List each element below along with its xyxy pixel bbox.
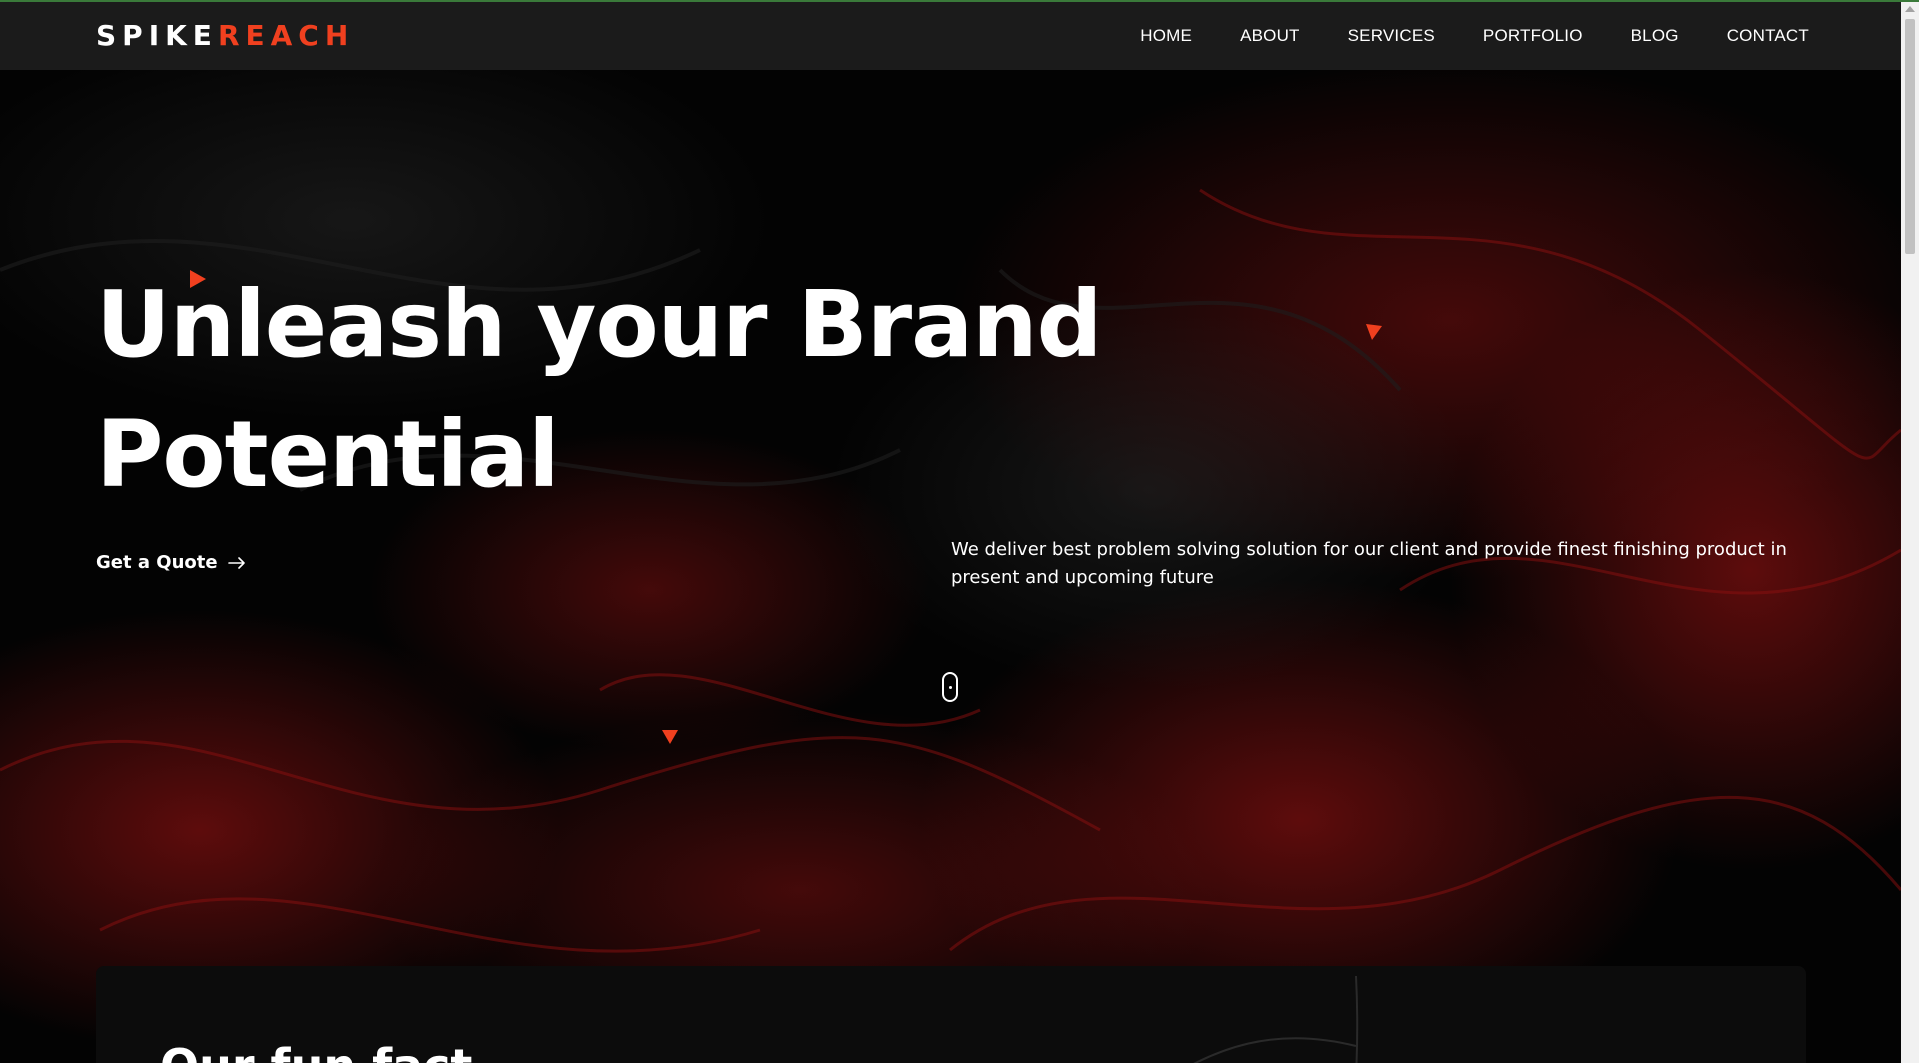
logo-text-primary: SPIKE: [96, 19, 218, 52]
get-a-quote-link[interactable]: Get a Quote: [96, 552, 246, 573]
get-a-quote-label: Get a Quote: [96, 552, 218, 573]
logo-text-accent: REACH: [217, 19, 355, 52]
mouse-scroll-icon[interactable]: [942, 672, 958, 702]
nav-about[interactable]: ABOUT: [1240, 26, 1300, 46]
triangle-icon: [662, 730, 678, 744]
top-accent-line: [0, 0, 1919, 2]
nav-blog[interactable]: BLOG: [1631, 26, 1679, 46]
mouse-scroll-dot: [949, 686, 952, 689]
page-scrollbar[interactable]: [1901, 2, 1919, 1063]
nav-portfolio[interactable]: PORTFOLIO: [1483, 26, 1583, 46]
scroll-up-arrow-icon[interactable]: [1905, 6, 1915, 12]
nav-home[interactable]: HOME: [1140, 26, 1192, 46]
fun-fact-card: Our fun fact: [96, 966, 1806, 1063]
hero-title-line1: Unleash your Brand: [96, 271, 1102, 378]
nav-services[interactable]: SERVICES: [1348, 26, 1435, 46]
logo[interactable]: SPIKEREACH: [96, 18, 354, 54]
hero-title: Unleash your Brand Potential: [96, 260, 1196, 520]
site-header: SPIKEREACH HOME ABOUT SERVICES PORTFOLIO…: [0, 2, 1901, 70]
fun-fact-title: Our fun fact: [160, 1038, 472, 1063]
hero-title-line2: Potential: [96, 401, 560, 508]
page: SPIKEREACH HOME ABOUT SERVICES PORTFOLIO…: [0, 0, 1919, 1063]
hero-description: We deliver best problem solving solution…: [951, 539, 1787, 588]
triangle-icon: [1366, 324, 1382, 340]
scrollbar-thumb[interactable]: [1905, 19, 1915, 254]
arrow-right-icon: [227, 556, 245, 569]
main-nav: HOME ABOUT SERVICES PORTFOLIO BLOG CONTA…: [1140, 2, 1809, 70]
hero-section: Unleash your Brand Potential Get a Quote …: [0, 70, 1901, 1063]
nav-contact[interactable]: CONTACT: [1727, 26, 1809, 46]
